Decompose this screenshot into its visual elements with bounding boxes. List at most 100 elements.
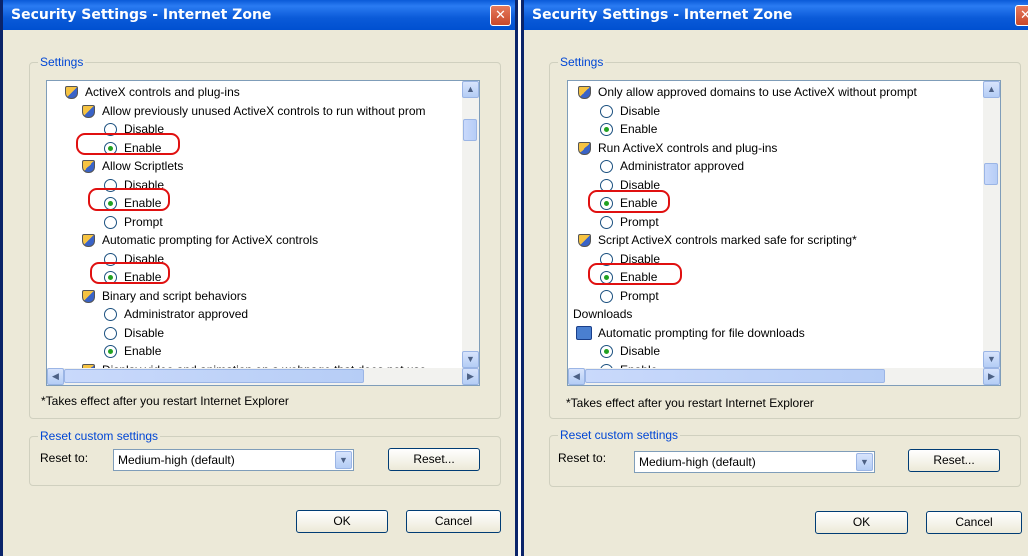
chevron-down-icon[interactable]: ▼ <box>335 451 352 469</box>
shield-icon <box>578 141 591 155</box>
vertical-scrollbar[interactable]: ▲ ▼ <box>983 81 1000 368</box>
close-icon[interactable]: ✕ <box>1015 5 1028 26</box>
highlight-circle <box>588 263 682 285</box>
setting-label: Prompt <box>620 288 659 303</box>
setting-item: Binary and script behaviors <box>82 287 247 305</box>
radio-unselected-icon[interactable] <box>600 104 613 118</box>
scroll-left-icon[interactable]: ◀ <box>568 368 585 385</box>
title-bar[interactable]: Security Settings - Internet Zone ✕ <box>3 0 515 30</box>
scroll-up-icon[interactable]: ▲ <box>983 81 1000 98</box>
shield-icon <box>578 234 591 247</box>
close-icon[interactable]: ✕ <box>490 5 511 26</box>
scroll-thumb[interactable] <box>984 163 998 185</box>
scroll-thumb-horizontal[interactable] <box>64 369 364 383</box>
setting-option[interactable]: Administrator approved <box>104 305 249 323</box>
setting-category: Downloads <box>573 305 632 323</box>
window-title: Security Settings - Internet Zone <box>11 7 272 23</box>
radio-unselected-icon[interactable] <box>600 289 613 303</box>
reset-to-label: Reset to: <box>40 451 89 465</box>
reset-button[interactable]: Reset... <box>908 449 1000 472</box>
ok-button[interactable]: OK <box>296 510 388 533</box>
setting-option[interactable]: Disable <box>104 324 164 342</box>
shield-icon <box>82 160 95 173</box>
radio-unselected-icon[interactable] <box>104 308 117 321</box>
cancel-button[interactable]: Cancel <box>406 510 501 533</box>
setting-item: Automatic prompting for ActiveX controls <box>82 231 318 249</box>
setting-label: Disable <box>620 103 661 118</box>
ok-button[interactable]: OK <box>815 511 908 534</box>
setting-item: Only allow approved domains to use Activ… <box>578 83 917 101</box>
setting-label: Binary and script behaviors <box>102 288 247 303</box>
setting-option[interactable]: Disable <box>600 102 661 120</box>
setting-item: Run ActiveX controls and plug-ins <box>578 139 778 157</box>
vertical-scrollbar[interactable]: ▲ ▼ <box>462 81 479 368</box>
shield-icon <box>82 289 95 303</box>
cancel-button[interactable]: Cancel <box>926 511 1022 534</box>
setting-label: ActiveX controls and plug-ins <box>85 85 240 99</box>
scroll-thumb[interactable] <box>463 119 477 141</box>
setting-option[interactable]: Enable <box>600 361 657 368</box>
radio-unselected-icon[interactable] <box>600 160 613 173</box>
setting-label: Automatic prompting for file downloads <box>598 325 805 340</box>
restart-note: *Takes effect after you restart Internet… <box>41 394 289 408</box>
settings-list-content: ActiveX controls and plug-ins Allow previ… <box>47 81 462 368</box>
radio-unselected-icon[interactable] <box>600 215 613 229</box>
scroll-up-icon[interactable]: ▲ <box>462 81 479 98</box>
setting-item: ActiveX controls and plug-ins <box>65 83 240 101</box>
setting-label: Enable <box>124 344 162 358</box>
setting-option[interactable]: Prompt <box>104 213 163 231</box>
radio-selected-icon[interactable] <box>600 123 613 136</box>
setting-item: Allow previously unused ActiveX controls… <box>82 102 426 120</box>
scroll-down-icon[interactable]: ▼ <box>462 351 479 368</box>
setting-option[interactable]: Prompt <box>600 287 659 305</box>
scroll-right-icon[interactable]: ▶ <box>462 368 479 385</box>
settings-group-label: Settings <box>558 55 606 69</box>
security-settings-window-left: Security Settings - Internet Zone ✕ Sett… <box>0 0 518 556</box>
setting-label: Downloads <box>573 307 633 321</box>
scroll-thumb-horizontal[interactable] <box>585 369 885 383</box>
window-title: Security Settings - Internet Zone <box>532 7 793 23</box>
setting-label: Run ActiveX controls and plug-ins <box>598 140 778 155</box>
chevron-down-icon[interactable]: ▼ <box>856 453 873 471</box>
radio-unselected-icon[interactable] <box>104 326 117 340</box>
horizontal-scrollbar[interactable]: ◀ ▶ <box>47 368 479 385</box>
setting-label: Disable <box>620 344 661 358</box>
reset-level-select[interactable]: Medium-high (default) ▼ <box>634 451 875 473</box>
setting-label: Enable <box>620 122 658 136</box>
reset-level-value: Medium-high (default) <box>639 455 756 469</box>
setting-label: Allow previously unused ActiveX controls… <box>102 103 426 118</box>
radio-unselected-icon[interactable] <box>104 215 117 229</box>
setting-option[interactable]: Enable <box>600 120 658 138</box>
horizontal-scrollbar[interactable]: ◀ ▶ <box>568 368 1000 385</box>
reset-group-label: Reset custom settings <box>38 429 161 443</box>
setting-label: Administrator approved <box>620 159 745 173</box>
setting-option[interactable]: Disable <box>600 342 661 360</box>
setting-option[interactable]: Prompt <box>600 213 659 231</box>
setting-option[interactable]: Enable <box>104 342 162 360</box>
title-bar[interactable]: Security Settings - Internet Zone ✕ <box>524 0 1028 30</box>
reset-button[interactable]: Reset... <box>388 448 480 471</box>
setting-label: Administrator approved <box>124 307 249 321</box>
radio-selected-icon[interactable] <box>600 345 613 358</box>
reset-level-select[interactable]: Medium-high (default) ▼ <box>113 449 354 471</box>
highlight-circle <box>90 262 170 284</box>
reset-group-label: Reset custom settings <box>558 428 681 442</box>
setting-label: Prompt <box>620 214 659 229</box>
highlight-circle <box>76 133 180 155</box>
scroll-right-icon[interactable]: ▶ <box>983 368 1000 385</box>
setting-item: Display video and animation on a webpage… <box>82 361 426 368</box>
settings-list[interactable]: ActiveX controls and plug-ins Allow previ… <box>46 80 480 386</box>
settings-group-label: Settings <box>38 55 86 69</box>
restart-note: *Takes effect after you restart Internet… <box>566 396 814 410</box>
reset-to-label: Reset to: <box>558 451 607 465</box>
setting-label: Script ActiveX controls marked safe for … <box>598 233 857 247</box>
highlight-circle <box>88 188 170 211</box>
shield-icon <box>82 234 95 247</box>
setting-item: Script ActiveX controls marked safe for … <box>578 231 857 249</box>
scroll-left-icon[interactable]: ◀ <box>47 368 64 385</box>
scroll-down-icon[interactable]: ▼ <box>983 351 1000 368</box>
download-icon <box>576 325 592 340</box>
radio-selected-icon[interactable] <box>104 345 117 358</box>
setting-option[interactable]: Administrator approved <box>600 157 745 175</box>
settings-list[interactable]: Only allow approved domains to use Activ… <box>567 80 1001 386</box>
